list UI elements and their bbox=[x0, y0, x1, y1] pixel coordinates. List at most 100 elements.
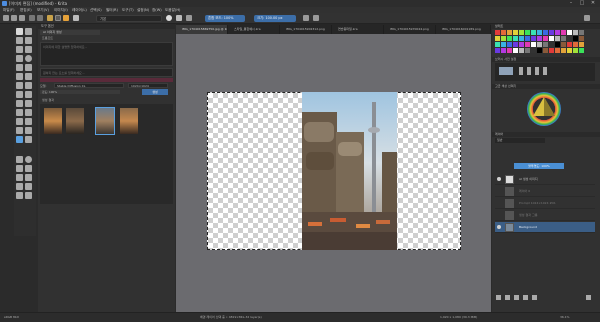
brush-preset-thumb[interactable] bbox=[499, 67, 513, 75]
palette-swatch[interactable] bbox=[519, 30, 524, 35]
move-tool-icon[interactable] bbox=[16, 100, 23, 107]
palette-swatch[interactable] bbox=[519, 48, 524, 53]
opacity-pill[interactable]: 크기: 100.00 px bbox=[254, 15, 296, 22]
calligraphy-icon[interactable] bbox=[25, 37, 32, 44]
minimize-button[interactable]: – bbox=[566, 0, 576, 7]
save-icon[interactable] bbox=[19, 15, 25, 21]
city-image-layer[interactable] bbox=[302, 92, 397, 250]
palette-swatch[interactable] bbox=[549, 42, 554, 47]
layer-row[interactable]: Prompt 1024×1024 #01 bbox=[495, 198, 595, 209]
palette-swatch[interactable] bbox=[507, 36, 512, 41]
pattern-icon[interactable] bbox=[55, 15, 61, 21]
palette-swatch[interactable] bbox=[543, 48, 548, 53]
palette-swatch[interactable] bbox=[495, 36, 500, 41]
polygon-select-icon[interactable] bbox=[16, 165, 23, 172]
color-palette[interactable] bbox=[495, 30, 585, 54]
palette-swatch[interactable] bbox=[501, 36, 506, 41]
workspace-icon[interactable] bbox=[584, 15, 590, 21]
palette-swatch[interactable] bbox=[561, 36, 566, 41]
crop-tool-icon[interactable] bbox=[16, 91, 23, 98]
size-select[interactable]: 1024×1024 bbox=[128, 83, 168, 88]
palette-swatch[interactable] bbox=[507, 42, 512, 47]
palette-swatch[interactable] bbox=[567, 30, 572, 35]
brush-preset-thumb[interactable] bbox=[519, 67, 523, 75]
brush-preset-select[interactable]: 기본 bbox=[96, 15, 162, 22]
layer-row[interactable]: 생성 결과 그룹 bbox=[495, 210, 595, 221]
palette-swatch[interactable] bbox=[543, 36, 548, 41]
assistant-tool-icon[interactable] bbox=[16, 127, 23, 134]
move-layer-up-icon[interactable] bbox=[514, 295, 519, 300]
palette-swatch[interactable] bbox=[519, 42, 524, 47]
palette-swatch[interactable] bbox=[495, 30, 500, 35]
measure-tool-icon[interactable] bbox=[25, 127, 32, 134]
visibility-icon[interactable] bbox=[497, 225, 501, 229]
palette-swatch[interactable] bbox=[537, 42, 542, 47]
palette-swatch[interactable] bbox=[495, 42, 500, 47]
close-button[interactable]: ✕ bbox=[588, 0, 598, 7]
palette-swatch[interactable] bbox=[555, 36, 560, 41]
open-document-icon[interactable] bbox=[11, 15, 17, 21]
maximize-button[interactable]: □ bbox=[577, 0, 587, 7]
palette-swatch[interactable] bbox=[543, 42, 548, 47]
color-picker-icon[interactable] bbox=[25, 118, 32, 125]
palette-swatch[interactable] bbox=[579, 48, 584, 53]
contiguous-select-icon[interactable] bbox=[16, 174, 23, 181]
polyline-tool-icon[interactable] bbox=[25, 64, 32, 71]
layer-properties-icon[interactable] bbox=[532, 295, 537, 300]
palette-swatch[interactable] bbox=[561, 48, 566, 53]
palette-swatch[interactable] bbox=[579, 42, 584, 47]
palette-swatch[interactable] bbox=[513, 30, 518, 35]
tab-document[interactable]: IMG_1704015970044.png bbox=[384, 25, 436, 34]
visibility-icon[interactable] bbox=[497, 177, 501, 181]
duplicate-layer-icon[interactable] bbox=[505, 295, 510, 300]
canvas-viewport[interactable] bbox=[176, 34, 491, 312]
result-thumbnail[interactable] bbox=[95, 107, 115, 135]
palette-swatch[interactable] bbox=[573, 36, 578, 41]
brush-preset-thumb[interactable] bbox=[527, 67, 531, 75]
erase-mode-icon[interactable] bbox=[166, 15, 172, 21]
color-wheel[interactable] bbox=[522, 90, 566, 128]
similar-select-icon[interactable] bbox=[25, 174, 32, 181]
palette-swatch[interactable] bbox=[579, 30, 584, 35]
prompt-textarea[interactable]: 이미지에 대한 설명을 입력하세요... bbox=[40, 42, 173, 66]
edit-shape-icon[interactable] bbox=[16, 37, 23, 44]
palette-swatch[interactable] bbox=[537, 48, 542, 53]
text-tool-icon[interactable] bbox=[25, 28, 32, 35]
brush-presets-list[interactable] bbox=[495, 63, 595, 81]
palette-swatch[interactable] bbox=[573, 48, 578, 53]
zoom-level[interactable]: 36.1% bbox=[560, 315, 570, 319]
undo-icon[interactable] bbox=[29, 15, 35, 21]
line-tool-icon[interactable] bbox=[25, 46, 32, 53]
result-thumbnail[interactable] bbox=[44, 108, 62, 134]
palette-swatch[interactable] bbox=[531, 36, 536, 41]
colorize-mask-icon[interactable] bbox=[25, 109, 32, 116]
gradient-icon[interactable] bbox=[47, 15, 53, 21]
palette-swatch[interactable] bbox=[567, 36, 572, 41]
negative-prompt-field[interactable]: 원하지 않는 요소를 입력하세요... bbox=[40, 68, 173, 77]
brush-preset-thumb[interactable] bbox=[543, 67, 547, 75]
palette-swatch[interactable] bbox=[561, 42, 566, 47]
fill-tool-icon[interactable] bbox=[16, 109, 23, 116]
palette-swatch[interactable] bbox=[549, 36, 554, 41]
palette-swatch[interactable] bbox=[537, 36, 542, 41]
transform-tool-icon[interactable] bbox=[25, 91, 32, 98]
reference-tool-icon[interactable] bbox=[25, 136, 32, 143]
palette-swatch[interactable] bbox=[495, 48, 500, 53]
tab-document[interactable]: 연습용파일.kra bbox=[332, 25, 384, 34]
palette-swatch[interactable] bbox=[549, 48, 554, 53]
bezier-select-icon[interactable] bbox=[16, 183, 23, 190]
layer-opacity-slider[interactable]: 불투명도: 100% bbox=[514, 163, 564, 169]
result-thumbnail[interactable] bbox=[120, 108, 138, 134]
rect-select-icon[interactable] bbox=[16, 156, 23, 163]
move-layer-down-icon[interactable] bbox=[523, 295, 528, 300]
palette-swatch[interactable] bbox=[555, 48, 560, 53]
palette-swatch[interactable] bbox=[507, 30, 512, 35]
palette-swatch[interactable] bbox=[561, 30, 566, 35]
palette-swatch[interactable] bbox=[513, 36, 518, 41]
tab-document[interactable]: IMG_1704015902312.png bbox=[280, 25, 332, 34]
preserve-alpha-icon[interactable] bbox=[176, 15, 182, 21]
lock-icon[interactable] bbox=[186, 15, 192, 21]
palette-swatch[interactable] bbox=[531, 48, 536, 53]
layer-blend-select[interactable]: 일반 bbox=[495, 138, 545, 143]
blend-mode-pill[interactable]: 혼합 모드: 100% bbox=[205, 15, 245, 22]
